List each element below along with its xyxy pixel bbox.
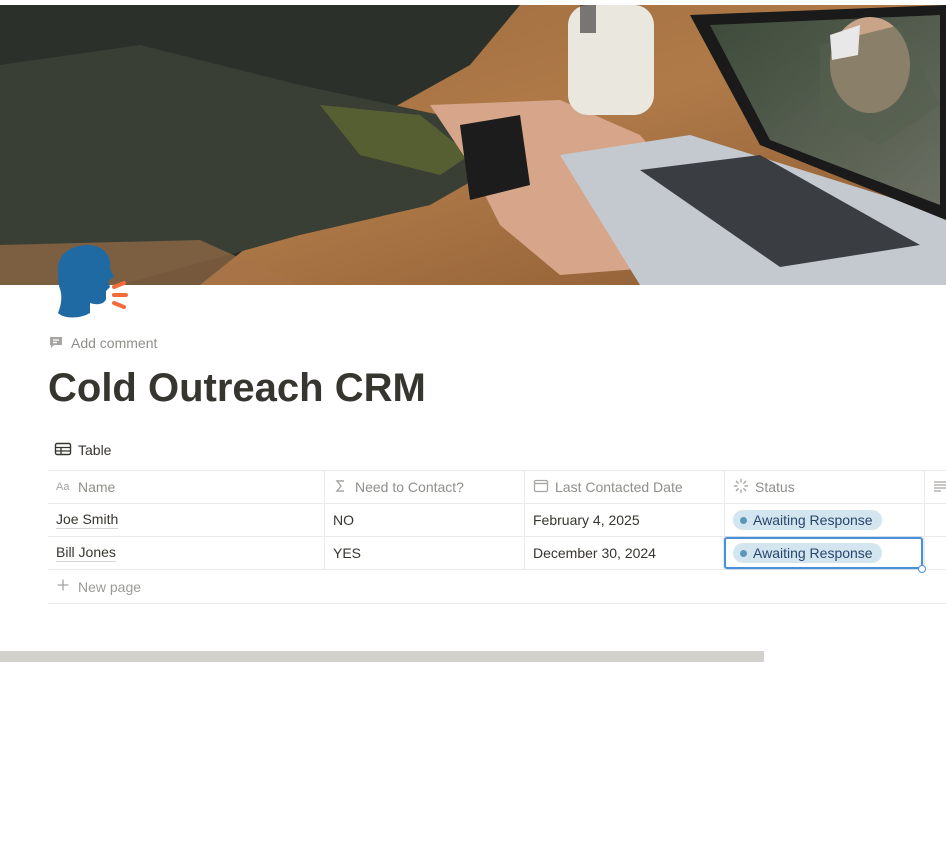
add-comment-button[interactable]: Add comment [48, 333, 157, 353]
row-name-text: Joe Smith [56, 511, 119, 529]
comment-icon [48, 334, 64, 353]
table-icon [54, 441, 72, 460]
cell-need-to-contact[interactable]: NO [324, 504, 524, 536]
row-name-text: Bill Jones [56, 544, 116, 562]
status-dot [740, 516, 747, 524]
date-value: December 30, 2024 [533, 545, 656, 561]
cell-text[interactable] [924, 504, 946, 536]
column-header-last-contacted-date[interactable]: Last Contacted Date [524, 471, 724, 503]
selected-cell-outline [724, 537, 923, 569]
column-label: Status [755, 479, 795, 495]
cell-name[interactable]: Joe Smith [48, 504, 324, 536]
new-page-label: New page [78, 578, 142, 595]
cell-last-contacted-date[interactable]: December 30, 2024 [524, 537, 724, 569]
cell-text[interactable] [924, 537, 946, 569]
status-badge: Awaiting Response [733, 510, 882, 530]
text-type-icon: Aa [56, 479, 72, 496]
column-label: Last Contacted Date [555, 479, 683, 495]
table-row: Joe Smith NO February 4, 2025 Awaiting R… [48, 504, 946, 537]
svg-text:Aa: Aa [56, 481, 70, 493]
column-label: Need to Contact? [355, 479, 464, 495]
calendar-icon [533, 479, 549, 496]
cell-status[interactable]: Awaiting Response [724, 504, 924, 536]
cell-name[interactable]: Bill Jones [48, 537, 324, 569]
column-header-status[interactable]: Status [724, 471, 924, 503]
cover-image[interactable] [0, 5, 946, 285]
table-header-row: Aa Name Need to Contact? Last Contacted … [48, 470, 946, 504]
cell-need-to-contact[interactable]: YES [324, 537, 524, 569]
status-icon [733, 478, 749, 497]
tab-label: Table [78, 442, 112, 458]
speaking-head-icon[interactable] [48, 243, 130, 321]
text-lines-icon [933, 479, 946, 496]
cell-last-contacted-date[interactable]: February 4, 2025 [524, 504, 724, 536]
column-header-text[interactable] [924, 471, 946, 503]
need-value: YES [333, 545, 362, 561]
new-page-button[interactable]: New page [48, 570, 946, 604]
column-header-name[interactable]: Aa Name [48, 471, 324, 503]
add-comment-label: Add comment [71, 335, 158, 351]
tab-table-view[interactable]: Table [54, 439, 111, 461]
need-value: NO [333, 512, 354, 528]
column-header-need-to-contact[interactable]: Need to Contact? [324, 471, 524, 503]
column-label: Name [78, 479, 116, 495]
plus-icon [56, 578, 70, 595]
date-value: February 4, 2025 [533, 512, 640, 528]
horizontal-scrollbar[interactable] [0, 651, 764, 662]
status-text: Awaiting Response [753, 512, 873, 528]
formula-icon [333, 479, 349, 496]
page-title[interactable]: Cold Outreach CRM [48, 364, 426, 412]
